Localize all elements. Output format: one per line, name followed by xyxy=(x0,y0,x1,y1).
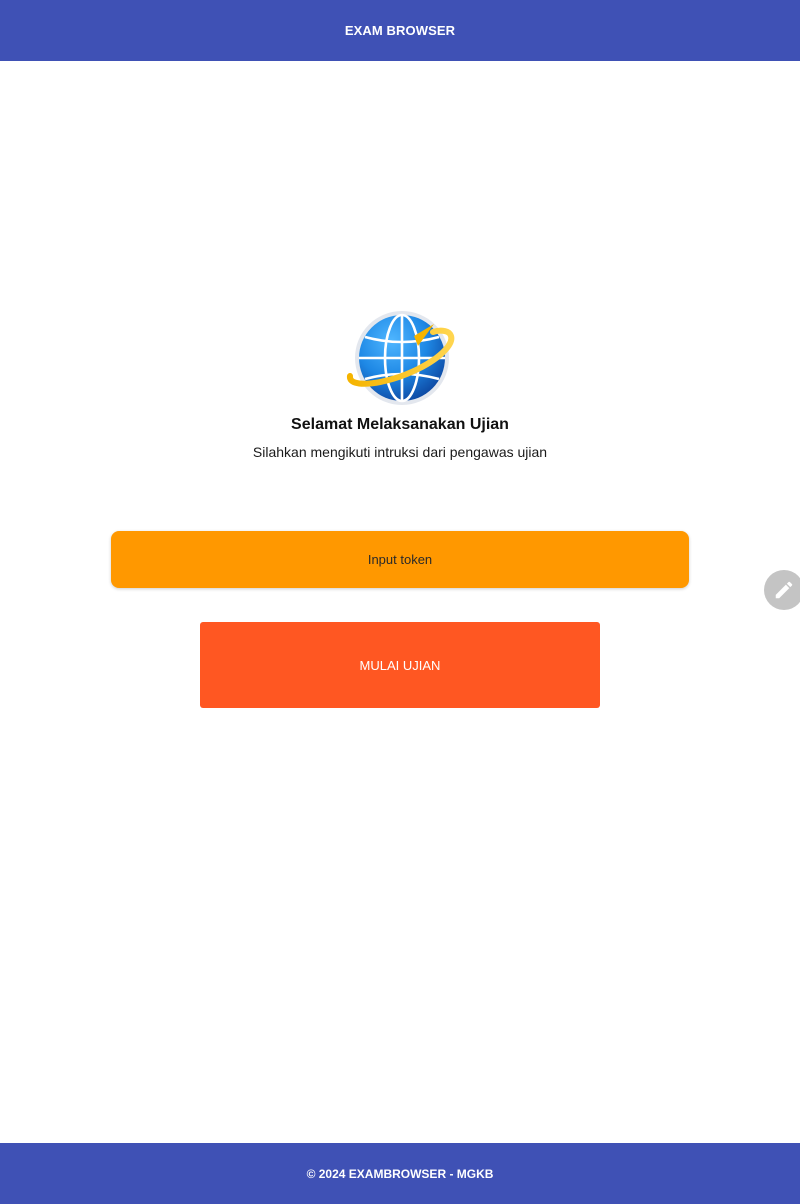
start-exam-button[interactable]: MULAI UJIAN xyxy=(200,622,600,708)
welcome-subtitle: Silahkan mengikuti intruksi dari pengawa… xyxy=(252,444,548,460)
globe-icon xyxy=(344,310,456,408)
footer-bar: © 2024 EXAMBROWSER - MGKB xyxy=(0,1143,800,1204)
input-token-label: Input token xyxy=(367,552,433,567)
app-title: EXAM BROWSER xyxy=(344,23,456,38)
app-bar: EXAM BROWSER xyxy=(0,0,800,61)
start-exam-label: MULAI UJIAN xyxy=(359,657,441,673)
input-token-button[interactable]: Input token xyxy=(111,531,689,588)
edit-fab-button[interactable] xyxy=(764,570,800,610)
footer-text: © 2024 EXAMBROWSER - MGKB xyxy=(306,1166,494,1181)
welcome-title: Selamat Melaksanakan Ujian xyxy=(291,416,509,433)
pencil-icon xyxy=(775,581,793,599)
